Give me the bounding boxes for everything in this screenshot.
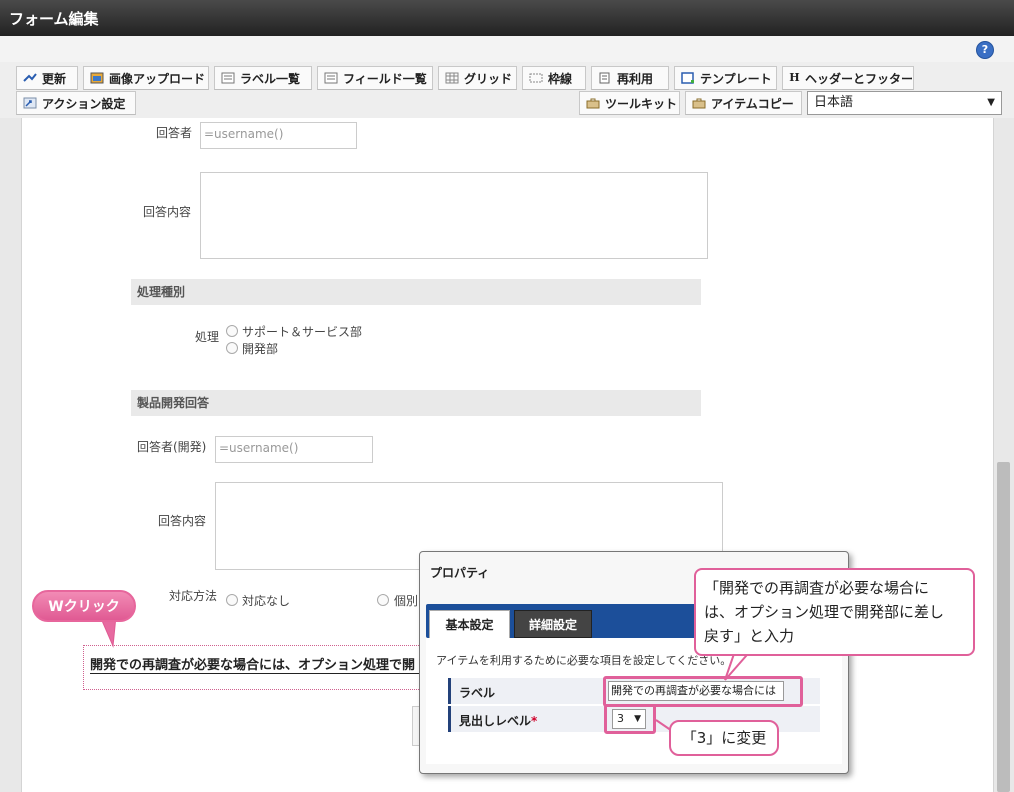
update-label: 更新 <box>42 71 67 86</box>
header-footer-icon: H <box>789 71 800 84</box>
heading-level-name: 見出しレベル* <box>459 712 537 729</box>
label-note-line-1: 「開発での再調査が必要な場合に <box>704 579 930 597</box>
answer-label: 回答内容 <box>143 205 192 219</box>
help-bar <box>0 36 1014 62</box>
response-option-none: 対応なし <box>242 594 291 608</box>
grid-label: グリッド <box>464 71 513 86</box>
field-list-button[interactable]: フィールド一覧 <box>317 66 433 90</box>
label-property-name: ラベル <box>459 686 496 700</box>
level-note-callout: 「3」に変更 <box>669 720 779 756</box>
dev-answer-label: 回答内容 <box>158 514 207 528</box>
update-icon <box>23 73 37 82</box>
header-footer-button[interactable]: H ヘッダーとフッター <box>782 66 914 90</box>
template-label: テンプレート <box>700 71 772 86</box>
update-button[interactable]: 更新 <box>16 66 78 90</box>
reuse-label: 再利用 <box>617 71 654 86</box>
tab-detail-settings[interactable]: 詳細設定 <box>514 610 592 638</box>
reuse-icon <box>599 72 610 84</box>
toolkit-icon <box>586 98 600 109</box>
border-button[interactable]: 枠線 <box>522 66 586 90</box>
grid-button[interactable]: グリッド <box>438 66 517 90</box>
label-note-line-2: は、オプション処理で開発部に差し <box>704 603 945 621</box>
response-radio-individual[interactable] <box>377 594 389 606</box>
label-list-label: ラベル一覧 <box>240 71 301 86</box>
action-icon <box>23 97 37 109</box>
label-list-button[interactable]: ラベル一覧 <box>214 66 312 90</box>
label-note-callout: 「開発での再調査が必要な場合に は、オプション処理で開発部に差し 戻す」と入力 <box>694 568 975 656</box>
action-settings-button[interactable]: アクション設定 <box>16 91 136 115</box>
dev-respondent-input[interactable]: =username() <box>215 436 373 463</box>
respondent-input[interactable]: =username() <box>200 122 357 149</box>
reuse-button[interactable]: 再利用 <box>591 66 669 90</box>
process-radio-dev[interactable] <box>226 342 238 354</box>
dev-respondent-label: 回答者(開発) <box>137 440 207 454</box>
language-select[interactable]: 日本語 ▼ <box>807 91 1002 115</box>
heading-item-text[interactable]: 開発での再調査が必要な場合には、オプション処理で開 <box>90 654 420 674</box>
answer-textarea[interactable] <box>200 172 708 259</box>
title-bar: フォーム編集 <box>0 0 1014 37</box>
image-upload-button[interactable]: 画像アップロード <box>83 66 209 90</box>
item-copy-label: アイテムコピー <box>711 96 794 111</box>
scrollbar-thumb[interactable] <box>997 462 1010 792</box>
heading-level-text: 見出しレベル <box>459 714 532 728</box>
help-icon[interactable]: ? <box>976 41 994 59</box>
process-label: 処理 <box>195 330 220 344</box>
field-list-icon <box>324 72 338 84</box>
process-radio-support[interactable] <box>226 325 238 337</box>
label-note-line-3: 戻す」と入力 <box>704 627 795 645</box>
response-method-label: 対応方法 <box>169 589 218 603</box>
response-option-individual: 個別 <box>394 594 419 608</box>
toolkit-label: ツールキット <box>605 96 678 111</box>
item-copy-button[interactable]: アイテムコピー <box>685 91 802 115</box>
template-icon <box>681 72 694 84</box>
required-mark: * <box>531 714 538 728</box>
border-icon <box>529 73 543 83</box>
action-settings-label: アクション設定 <box>42 96 126 111</box>
template-button[interactable]: テンプレート <box>674 66 777 90</box>
item-copy-icon <box>692 98 706 109</box>
process-option-support: サポート＆サービス部 <box>242 325 363 339</box>
label-list-icon <box>221 72 235 84</box>
section-dev-answer: 製品開発回答 <box>131 390 701 416</box>
image-upload-label: 画像アップロード <box>109 71 206 86</box>
toolkit-button[interactable]: ツールキット <box>579 91 680 115</box>
image-upload-icon <box>90 72 104 84</box>
process-option-dev: 開発部 <box>242 342 279 356</box>
double-click-callout: Wクリック <box>32 590 136 622</box>
heading-level-highlight <box>604 704 656 734</box>
left-gutter <box>0 118 22 792</box>
header-footer-label: ヘッダーとフッター <box>804 71 913 86</box>
window-title: フォーム編集 <box>9 10 99 28</box>
field-list-label: フィールド一覧 <box>343 71 427 86</box>
response-radio-none[interactable] <box>226 594 238 606</box>
grid-icon <box>445 72 459 84</box>
dialog-title: プロパティ <box>430 566 490 580</box>
border-label: 枠線 <box>548 71 573 86</box>
chevron-down-icon: ▼ <box>987 97 995 108</box>
respondent-label: 回答者 <box>156 126 193 140</box>
tab-basic-settings[interactable]: 基本設定 <box>429 610 510 638</box>
language-value: 日本語 <box>814 95 854 110</box>
section-process-type: 処理種別 <box>131 279 701 305</box>
